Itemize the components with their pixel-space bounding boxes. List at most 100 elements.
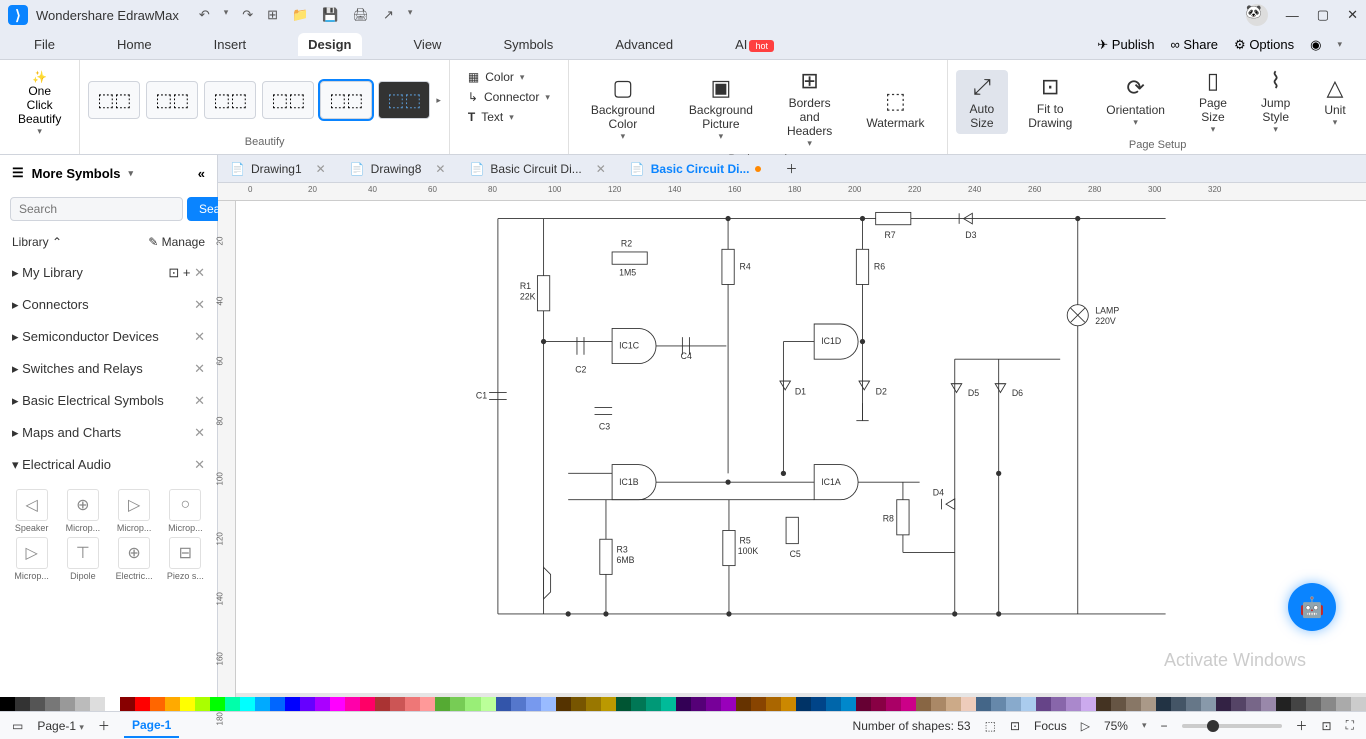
sidebar-caret[interactable]: ▾ xyxy=(129,168,134,179)
color-swatch[interactable] xyxy=(706,697,721,711)
color-swatch[interactable] xyxy=(0,697,15,711)
search-input[interactable] xyxy=(10,197,183,221)
color-swatch[interactable] xyxy=(751,697,766,711)
color-swatch[interactable] xyxy=(481,697,496,711)
orientation-button[interactable]: ⟳Orientation▾ xyxy=(1092,71,1179,132)
color-swatch[interactable] xyxy=(390,697,405,711)
color-swatch[interactable] xyxy=(1006,697,1021,711)
jump-style-button[interactable]: ⌇Jump Style▾ xyxy=(1247,64,1304,139)
unit-button[interactable]: △Unit▾ xyxy=(1310,71,1359,132)
layers-icon[interactable]: ⬚ xyxy=(985,719,996,733)
symbol-mic-4[interactable]: ▷Microp... xyxy=(8,537,55,581)
my-library-item[interactable]: ▸ My Library ⊡ + ✕ xyxy=(0,257,217,289)
color-swatch[interactable] xyxy=(225,697,240,711)
color-swatch[interactable] xyxy=(375,697,390,711)
color-swatch[interactable] xyxy=(916,697,931,711)
color-swatch[interactable] xyxy=(991,697,1006,711)
color-swatch[interactable] xyxy=(886,697,901,711)
color-swatch[interactable] xyxy=(676,697,691,711)
zoom-out-button[interactable]: − xyxy=(1161,719,1168,733)
tab-circuit-2[interactable]: 📄Basic Circuit Di... xyxy=(618,155,774,182)
color-swatch[interactable] xyxy=(1231,697,1246,711)
zoom-in-button[interactable]: ＋ xyxy=(1296,717,1308,734)
menu-view[interactable]: View xyxy=(404,33,452,56)
color-swatch[interactable] xyxy=(646,697,661,711)
minimize-icon[interactable]: — xyxy=(1286,8,1299,23)
color-swatch[interactable] xyxy=(871,697,886,711)
color-swatch[interactable] xyxy=(1051,697,1066,711)
tab-drawing1[interactable]: 📄Drawing1✕ xyxy=(218,155,338,182)
borders-button[interactable]: ⊞Borders and Headers▾ xyxy=(773,64,846,153)
color-swatch[interactable] xyxy=(1156,697,1171,711)
color-swatch[interactable] xyxy=(526,697,541,711)
color-swatch[interactable] xyxy=(691,697,706,711)
menu-symbols[interactable]: Symbols xyxy=(493,33,563,56)
menu-file[interactable]: File xyxy=(24,33,65,56)
maximize-icon[interactable]: ▢ xyxy=(1317,7,1329,23)
color-swatch[interactable] xyxy=(345,697,360,711)
fit-page-icon[interactable]: ⊡ xyxy=(1322,719,1332,733)
color-swatch[interactable] xyxy=(1096,697,1111,711)
color-swatch[interactable] xyxy=(511,697,526,711)
page-view-icon[interactable]: ▭ xyxy=(12,719,23,733)
style-preset-1[interactable]: ⬚⬚ xyxy=(88,81,140,119)
lib-connectors[interactable]: ▸ Connectors✕ xyxy=(0,289,217,321)
color-swatch[interactable] xyxy=(856,697,871,711)
color-swatch[interactable] xyxy=(195,697,210,711)
color-swatch[interactable] xyxy=(556,697,571,711)
close-icon[interactable]: ✕ xyxy=(1347,7,1358,23)
color-swatch[interactable] xyxy=(826,697,841,711)
color-swatch[interactable] xyxy=(285,697,300,711)
color-swatch[interactable] xyxy=(1111,697,1126,711)
color-swatch[interactable] xyxy=(255,697,270,711)
zoom-slider[interactable] xyxy=(1182,724,1282,728)
color-swatch[interactable] xyxy=(1216,697,1231,711)
add-page-button[interactable]: ＋ xyxy=(98,717,110,734)
symbol-mic-3[interactable]: ○Microp... xyxy=(162,489,209,533)
color-swatch[interactable] xyxy=(465,697,480,711)
undo-caret[interactable]: ▾ xyxy=(224,7,229,23)
color-swatch[interactable] xyxy=(946,697,961,711)
color-swatch[interactable] xyxy=(736,697,751,711)
close-icon[interactable]: ✕ xyxy=(194,265,205,280)
color-swatch[interactable] xyxy=(931,697,946,711)
fit-drawing-button[interactable]: ⊡Fit to Drawing xyxy=(1014,70,1086,134)
color-button[interactable]: ▦Color▾ xyxy=(468,70,550,84)
color-swatch[interactable] xyxy=(450,697,465,711)
options-button[interactable]: ⚙ Options xyxy=(1234,37,1294,53)
color-swatch[interactable] xyxy=(1246,697,1261,711)
style-preset-6[interactable]: ⬚⬚ xyxy=(378,81,430,119)
color-swatch[interactable] xyxy=(60,697,75,711)
menu-ai[interactable]: AIhot xyxy=(725,33,784,56)
symbol-mic-1[interactable]: ⊕Microp... xyxy=(59,489,106,533)
menu-caret[interactable]: ▾ xyxy=(1337,39,1342,50)
color-swatch[interactable] xyxy=(661,697,676,711)
auto-size-button[interactable]: ⤢Auto Size xyxy=(956,70,1009,134)
redo-icon[interactable]: ↷ xyxy=(242,7,253,23)
color-swatch[interactable] xyxy=(1336,697,1351,711)
drawing-canvas[interactable]: R7 D3 LAMP220V R122K C1 R21M5 IC1C C2 xyxy=(236,201,1366,693)
export-icon[interactable]: ↗ xyxy=(383,7,394,23)
style-preset-3[interactable]: ⬚⬚ xyxy=(204,81,256,119)
color-swatch[interactable] xyxy=(45,697,60,711)
open-icon[interactable]: 📁 xyxy=(292,7,308,23)
symbol-speaker[interactable]: ◁Speaker xyxy=(8,489,55,533)
style-preset-4[interactable]: ⬚⬚ xyxy=(262,81,314,119)
menu-home[interactable]: Home xyxy=(107,33,162,56)
color-swatch[interactable] xyxy=(961,697,976,711)
color-swatch[interactable] xyxy=(1276,697,1291,711)
color-swatch[interactable] xyxy=(330,697,345,711)
color-swatch[interactable] xyxy=(270,697,285,711)
style-more-caret[interactable]: ▸ xyxy=(436,95,441,106)
color-swatch[interactable] xyxy=(90,697,105,711)
new-icon[interactable]: ⊞ xyxy=(267,7,278,23)
color-swatch[interactable] xyxy=(15,697,30,711)
color-swatch[interactable] xyxy=(541,697,556,711)
color-swatch[interactable] xyxy=(766,697,781,711)
new-tab-button[interactable]: ＋ xyxy=(773,155,809,182)
manage-button[interactable]: ✎ Manage xyxy=(148,235,205,249)
bg-picture-button[interactable]: ▣Background Picture▾ xyxy=(675,71,767,146)
focus-icon[interactable]: ⊡ xyxy=(1010,719,1020,733)
publish-button[interactable]: ✈ Publish xyxy=(1097,37,1154,53)
text-button[interactable]: TText▾ xyxy=(468,110,550,124)
